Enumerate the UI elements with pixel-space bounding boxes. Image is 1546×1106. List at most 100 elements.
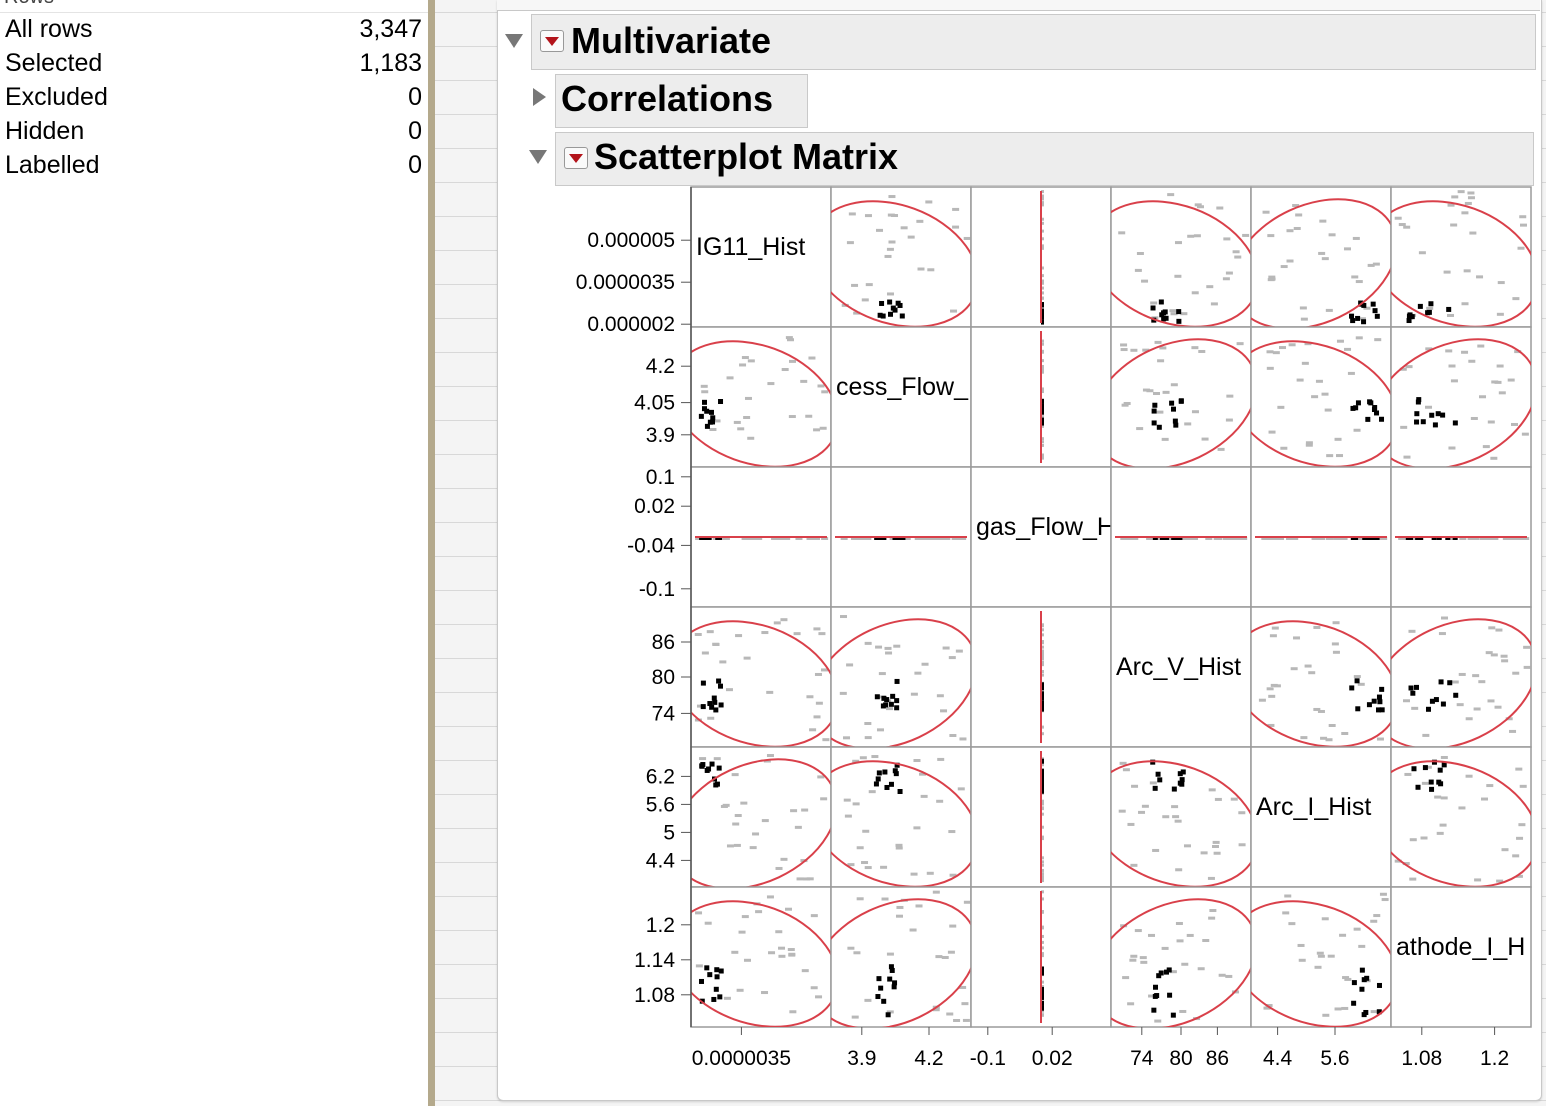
- unselected-point[interactable]: [909, 928, 917, 932]
- unselected-point[interactable]: [1169, 309, 1177, 313]
- unselected-point[interactable]: [914, 671, 922, 675]
- selected-point[interactable]: [1435, 411, 1441, 417]
- unselected-point[interactable]: [1473, 707, 1481, 711]
- unselected-point[interactable]: [861, 298, 869, 302]
- selected-point[interactable]: [710, 415, 716, 421]
- unselected-point[interactable]: [1404, 772, 1412, 776]
- unselected-point[interactable]: [1372, 262, 1380, 266]
- selected-point[interactable]: [1408, 685, 1414, 691]
- unselected-point[interactable]: [813, 627, 821, 631]
- unselected-point[interactable]: [1496, 312, 1504, 316]
- selected-point[interactable]: [1176, 309, 1182, 315]
- unselected-point[interactable]: [862, 829, 870, 833]
- unselected-point[interactable]: [1426, 306, 1434, 310]
- scatter-cell[interactable]: [1110, 466, 1252, 608]
- unselected-point[interactable]: [1271, 626, 1279, 630]
- unselected-point[interactable]: [1332, 621, 1340, 625]
- unselected-point[interactable]: [699, 757, 707, 761]
- unselected-point[interactable]: [1476, 275, 1484, 279]
- unselected-point[interactable]: [1374, 338, 1382, 342]
- unselected-point[interactable]: [1180, 312, 1188, 316]
- unselected-point[interactable]: [1134, 929, 1142, 933]
- unselected-point[interactable]: [1139, 956, 1147, 960]
- unselected-point[interactable]: [865, 283, 873, 287]
- unselected-point[interactable]: [921, 662, 929, 666]
- unselected-point[interactable]: [1336, 339, 1344, 343]
- selected-point[interactable]: [888, 964, 894, 970]
- selected-point[interactable]: [873, 781, 879, 787]
- selected-point[interactable]: [1453, 692, 1459, 698]
- selected-point[interactable]: [1166, 967, 1172, 973]
- diagonal-cell[interactable]: athode_I_H: [1390, 886, 1532, 1028]
- unselected-point[interactable]: [1269, 634, 1277, 638]
- selected-point[interactable]: [1179, 777, 1185, 783]
- unselected-point[interactable]: [957, 787, 965, 791]
- unselected-point[interactable]: [1370, 919, 1378, 923]
- selected-point[interactable]: [899, 313, 905, 319]
- unselected-point[interactable]: [1339, 933, 1347, 937]
- unselected-point[interactable]: [1355, 336, 1363, 340]
- unselected-point[interactable]: [1191, 291, 1199, 295]
- unselected-point[interactable]: [1461, 211, 1469, 215]
- unselected-point[interactable]: [1319, 219, 1327, 223]
- unselected-point[interactable]: [1200, 851, 1208, 855]
- unselected-point[interactable]: [1208, 916, 1216, 920]
- unselected-point[interactable]: [953, 1019, 961, 1023]
- unselected-point[interactable]: [1161, 946, 1169, 950]
- unselected-point[interactable]: [1478, 680, 1486, 684]
- selected-point[interactable]: [1161, 316, 1167, 322]
- unselected-point[interactable]: [885, 651, 893, 655]
- unselected-point[interactable]: [1477, 344, 1485, 348]
- unselected-point[interactable]: [1461, 350, 1469, 354]
- unselected-point[interactable]: [848, 212, 856, 216]
- unselected-point[interactable]: [725, 688, 733, 692]
- unselected-point[interactable]: [1523, 665, 1531, 669]
- selected-point[interactable]: [1361, 977, 1367, 983]
- unselected-point[interactable]: [1175, 868, 1183, 872]
- unselected-point[interactable]: [695, 964, 703, 968]
- unselected-point[interactable]: [817, 384, 825, 388]
- unselected-point[interactable]: [1225, 271, 1233, 275]
- unselected-point[interactable]: [744, 396, 752, 400]
- selected-point[interactable]: [876, 770, 882, 776]
- selected-point[interactable]: [1354, 678, 1360, 684]
- unselected-point[interactable]: [821, 390, 829, 394]
- selected-point[interactable]: [1440, 412, 1446, 418]
- unselected-point[interactable]: [1355, 280, 1363, 284]
- unselected-point[interactable]: [789, 1010, 797, 1014]
- unselected-point[interactable]: [963, 900, 971, 904]
- unselected-point[interactable]: [948, 830, 956, 834]
- selected-point[interactable]: [879, 300, 885, 306]
- unselected-point[interactable]: [864, 214, 872, 218]
- unselected-point[interactable]: [733, 843, 741, 847]
- selected-point[interactable]: [1374, 313, 1380, 319]
- unselected-point[interactable]: [1400, 425, 1408, 429]
- selected-point[interactable]: [892, 768, 898, 774]
- unselected-point[interactable]: [1325, 738, 1333, 742]
- unselected-point[interactable]: [1272, 351, 1280, 355]
- unselected-point[interactable]: [1293, 636, 1301, 640]
- unselected-point[interactable]: [1469, 231, 1477, 235]
- unselected-point[interactable]: [1501, 659, 1509, 663]
- unselected-point[interactable]: [1376, 737, 1384, 741]
- selected-point[interactable]: [1173, 422, 1179, 428]
- unselected-point[interactable]: [780, 857, 788, 861]
- unselected-point[interactable]: [936, 694, 944, 698]
- unselected-point[interactable]: [1209, 909, 1217, 913]
- selected-point[interactable]: [1355, 400, 1361, 406]
- unselected-point[interactable]: [704, 921, 712, 925]
- selected-point[interactable]: [888, 701, 894, 707]
- unselected-point[interactable]: [1344, 977, 1352, 981]
- unselected-point[interactable]: [962, 1018, 970, 1022]
- unselected-point[interactable]: [959, 737, 967, 741]
- unselected-point[interactable]: [810, 986, 818, 990]
- unselected-point[interactable]: [1154, 1019, 1162, 1023]
- unselected-point[interactable]: [1213, 851, 1221, 855]
- unselected-point[interactable]: [907, 235, 915, 239]
- unselected-point[interactable]: [1193, 234, 1201, 238]
- selected-point[interactable]: [1440, 701, 1446, 707]
- unselected-point[interactable]: [788, 415, 796, 419]
- unselected-point[interactable]: [1421, 781, 1429, 785]
- unselected-point[interactable]: [1142, 388, 1150, 392]
- selected-point[interactable]: [1379, 707, 1385, 713]
